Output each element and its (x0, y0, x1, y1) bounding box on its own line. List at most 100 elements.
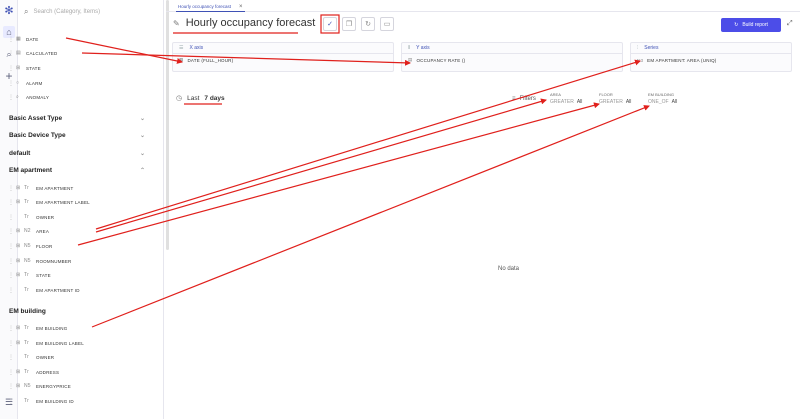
list-item[interactable]: ⋮ ▦ DATE (8, 34, 38, 44)
refresh-icon: ↻ (734, 22, 739, 28)
entity-icon: ⊞ (16, 243, 21, 249)
drag-handle-icon[interactable]: ⋮ (8, 65, 16, 72)
close-icon[interactable]: × (239, 4, 243, 10)
text-type-icon: Tr (24, 325, 29, 331)
list-item[interactable]: ⋮ ⊞ N2 AREA (8, 226, 49, 236)
date-range-selector[interactable]: ◷ Last 7 days (176, 94, 225, 103)
list-item[interactable]: ⋮ ⊞ Tr EM BUILDING LABEL (8, 338, 84, 348)
text-type-icon: Tr (24, 214, 29, 220)
x-axis-box[interactable]: ☰ X axis ▦ DATE (FULL_HOUR) (172, 42, 394, 72)
reset-button[interactable]: ↻ (361, 17, 375, 31)
confirm-button[interactable]: ✓ (323, 17, 337, 31)
drag-handle-icon[interactable]: ⋮ (8, 50, 16, 57)
list-item[interactable]: ⋮ ⊞ N5 ENERGYPRICE (8, 381, 71, 391)
entity-icon: ⊞ (16, 228, 21, 234)
text-type-icon: Tr (24, 185, 29, 191)
list-item[interactable]: ⋮ ⊞ Tr ADDRESS (8, 367, 59, 377)
filters-label[interactable]: ≡ Filters (512, 96, 536, 102)
logo-icon: ✻ (4, 4, 14, 17)
drag-handle-icon[interactable]: ⋮ (8, 340, 16, 347)
entity-icon: ⊞ (16, 369, 21, 375)
text-type-icon: Tr (24, 369, 29, 375)
arrow-area-to-series (95, 59, 641, 230)
section-em-building[interactable]: EM building (9, 306, 155, 316)
pencil-icon[interactable]: ✎ (173, 19, 180, 28)
number-type-icon: N2 (24, 228, 31, 234)
entity-icon: ⊞ (16, 185, 21, 191)
filter-chip-floor[interactable]: FLOOR GREATER All (599, 92, 631, 105)
drag-handle-icon[interactable]: ⋮ (8, 214, 16, 221)
calculator-icon: ▤ (408, 57, 413, 62)
section-basic-asset-type[interactable]: Basic Asset Type ⌄ (9, 113, 155, 123)
drag-handle-icon[interactable]: ⋮ (8, 383, 16, 390)
drag-handle-icon[interactable]: ⋮ (8, 258, 16, 265)
drag-handle-icon[interactable]: ⋮ (8, 325, 16, 332)
calendar-icon: ▦ (179, 57, 184, 62)
number-type-icon: N5 (24, 383, 31, 389)
drag-handle-icon[interactable]: ⋮ (8, 80, 16, 87)
x-axis-field[interactable]: DATE (FULL_HOUR) (187, 58, 233, 63)
chevron-down-icon: ⌄ (139, 132, 145, 139)
page-title: Hourly occupancy forecast (185, 17, 316, 29)
list-item[interactable]: ⋮ Tr EM APARTMENT ID (8, 285, 80, 295)
text-type-icon: Tr (24, 354, 29, 360)
list-item[interactable]: ⋮ ⊞ Tr EM BUILDING (8, 323, 67, 333)
y-axis-box[interactable]: ⫴ Y axis ▤ OCCUPANCY RATE () (401, 42, 623, 72)
drag-handle-icon[interactable]: ⋮ (8, 369, 16, 376)
drag-handle-icon[interactable]: ⋮ (8, 94, 16, 101)
section-em-apartment[interactable]: EM apartment ⌃ (9, 165, 155, 175)
section-default[interactable]: default ⌄ (9, 148, 155, 158)
alarm-icon: ○ (16, 80, 20, 86)
entity-icon: ⊞ (16, 258, 21, 264)
list-item[interactable]: ⋮ Tr EM BUILDING ID (8, 396, 74, 406)
filter-chip-em-building[interactable]: EM BUILDING ONE_OF All (648, 92, 677, 105)
drag-handle-icon[interactable]: ⋮ (8, 287, 16, 294)
number-type-icon: N3 (637, 57, 644, 63)
entity-icon: ⊞ (16, 272, 21, 278)
delete-button[interactable]: ▭ (380, 17, 394, 31)
list-item[interactable]: ⋮ ⊞ Tr EM APARTMENT (8, 183, 74, 193)
search-placeholder: Search (Category, Items) (33, 9, 101, 15)
anomaly-icon: ⌕ (16, 94, 20, 100)
filter-chip-area[interactable]: AREA GREATER All (550, 92, 582, 105)
series-field[interactable]: EM APARTMENT: AREA (UNIQ) (647, 58, 716, 63)
build-report-button[interactable]: ↻ Build report (721, 18, 781, 32)
report-title[interactable]: ✎ Hourly occupancy forecast (173, 17, 315, 29)
chevron-up-icon: ⌃ (139, 167, 145, 174)
list-item[interactable]: ⋮ ⌕ ANOMALY (8, 92, 49, 102)
list-item[interactable]: ⋮ ⊞ N5 ROOMNUMBER (8, 256, 72, 266)
list-item[interactable]: ⋮ ○ ALARM (8, 78, 43, 88)
drag-handle-icon[interactable]: ⋮ (8, 185, 16, 192)
drag-handle-icon[interactable]: ⋮ (8, 228, 16, 235)
y-axis-field[interactable]: OCCUPANCY RATE () (416, 58, 465, 63)
filter-icon: ≡ (512, 96, 516, 102)
drag-handle-icon[interactable]: ⋮ (8, 354, 16, 361)
x-axis-title: X axis (189, 45, 204, 51)
search-input[interactable]: ⌕ Search (Category, Items) (24, 6, 154, 18)
fullscreen-icon[interactable]: ⤢ (787, 20, 793, 28)
entity-icon: ⊞ (16, 340, 21, 346)
list-item[interactable]: ⋮ ⊞ Tr STATE (8, 270, 51, 280)
series-title: Series (644, 45, 659, 51)
entity-icon: ⊞ (16, 199, 21, 205)
drag-handle-icon[interactable]: ⋮ (8, 272, 16, 279)
y-axis-title: Y axis (416, 45, 430, 51)
drag-handle-icon[interactable]: ⋮ (8, 243, 16, 250)
arrow-building-to-filter (91, 105, 650, 328)
list-item[interactable]: ⋮ Tr OWNER (8, 212, 54, 222)
drag-handle-icon[interactable]: ⋮ (8, 36, 16, 43)
chevron-down-icon: ⌄ (139, 150, 145, 157)
list-item[interactable]: ⋮ ⊞ N5 FLOOR (8, 241, 53, 251)
duplicate-button[interactable]: ❐ (342, 17, 356, 31)
list-item[interactable]: ⋮ Tr OWNER (8, 352, 54, 362)
scrollbar[interactable] (166, 0, 169, 250)
list-item[interactable]: ⋮ ⊞ STATE (8, 63, 41, 73)
drag-handle-icon[interactable]: ⋮ (8, 199, 16, 206)
number-type-icon: N5 (24, 243, 31, 249)
section-basic-device-type[interactable]: Basic Device Type ⌄ (9, 130, 155, 140)
series-box[interactable]: ⫶ Series N3 EM APARTMENT: AREA (UNIQ) (630, 42, 792, 72)
drag-handle-icon[interactable]: ⋮ (8, 398, 16, 405)
list-item[interactable]: ⋮ ▤ CALCULATED (8, 48, 57, 58)
tab-report[interactable]: Hourly occupancy forecast × (176, 2, 245, 12)
list-item[interactable]: ⋮ ⊞ Tr EM APARTMENT LABEL (8, 197, 90, 207)
